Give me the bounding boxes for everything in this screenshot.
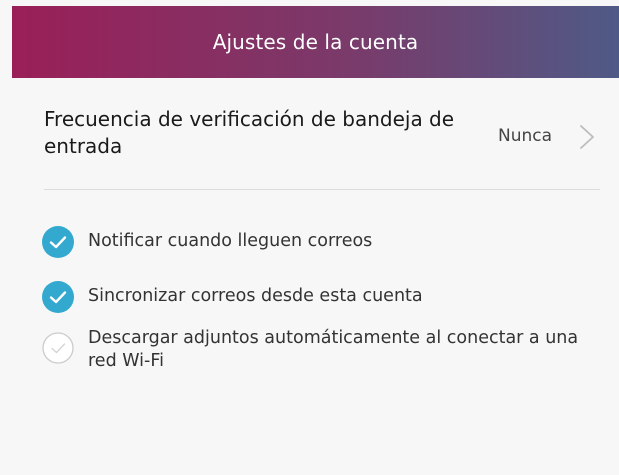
inbox-check-frequency-label: Frecuencia de verificación de bandeja de… xyxy=(44,107,455,158)
inbox-check-frequency-value: Nunca xyxy=(498,126,553,146)
chevron-right-icon xyxy=(580,125,594,149)
account-settings-screen: Ajustes de la cuenta Frecuencia de verif… xyxy=(0,0,619,475)
inbox-check-frequency-setting[interactable]: Frecuencia de verificación de bandeja de… xyxy=(44,106,600,172)
header-bar: Ajustes de la cuenta xyxy=(12,6,619,78)
option-sync-mail[interactable]: Sincronizar correos desde esta cuenta xyxy=(42,281,607,313)
option-label: Sincronizar correos desde esta cuenta xyxy=(88,286,423,306)
page-title: Ajustes de la cuenta xyxy=(212,30,419,54)
checkbox-unchecked-icon[interactable] xyxy=(42,332,74,364)
option-label: Notificar cuando lleguen correos xyxy=(88,231,373,251)
checkbox-checked-icon[interactable] xyxy=(42,281,74,313)
divider xyxy=(44,189,600,190)
option-download-attachments-wifi[interactable]: Descargar adjuntos automáticamente al co… xyxy=(42,327,607,375)
checkbox-checked-icon[interactable] xyxy=(42,226,74,258)
option-notify-new-mail[interactable]: Notificar cuando lleguen correos xyxy=(42,226,607,258)
option-label: Descargar adjuntos automáticamente al co… xyxy=(88,328,579,371)
